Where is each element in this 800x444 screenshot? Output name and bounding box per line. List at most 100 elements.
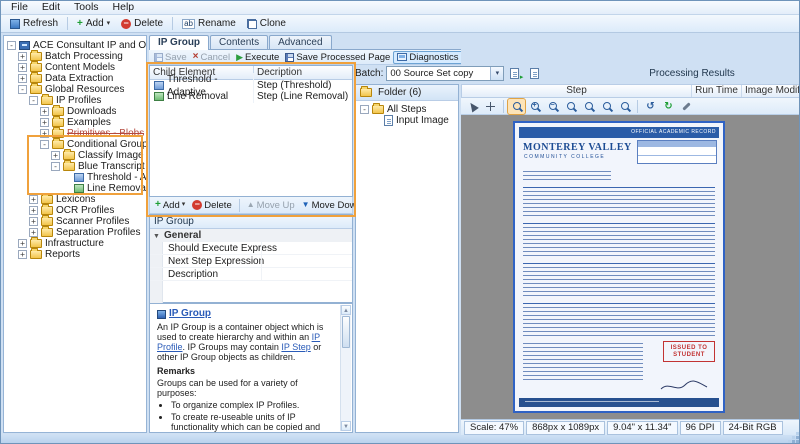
grid-row-line-removal[interactable]: Line Removal Step (Line Removal) xyxy=(150,91,352,102)
expander-icon[interactable]: + xyxy=(18,239,27,248)
folder-header[interactable]: Folder (6) xyxy=(356,85,458,101)
document-image[interactable]: OFFICIAL ACADEMIC RECORD MONTEREY VALLEY… xyxy=(513,121,725,413)
zoom-out-button[interactable]: − xyxy=(544,99,561,114)
tree-item-line-removal[interactable]: Line Removal xyxy=(4,183,146,194)
tree-item-blue-transcript-ip[interactable]: -Blue Transcript IP xyxy=(4,161,146,172)
expander-icon[interactable]: - xyxy=(40,140,49,149)
save-processed-page-button[interactable]: Save Processed Page xyxy=(282,51,393,64)
expander-icon[interactable]: + xyxy=(18,63,27,72)
add-button[interactable]: + Add ▾ xyxy=(72,17,115,30)
tree-item-separation-profiles[interactable]: +Separation Profiles xyxy=(4,227,146,238)
column-header-image-modified[interactable]: Image Modified xyxy=(742,85,800,97)
expander-icon[interactable]: - xyxy=(18,85,27,94)
zoom-fit-page-button[interactable] xyxy=(616,99,633,114)
scroll-down-icon[interactable]: ▼ xyxy=(341,421,351,431)
grid-delete-label: Delete xyxy=(204,200,231,211)
menu-file[interactable]: File xyxy=(4,1,35,14)
expander-icon[interactable]: + xyxy=(40,118,49,127)
viewer-settings-button[interactable] xyxy=(678,99,695,114)
tree-item-data-extraction[interactable]: +Data Extraction xyxy=(4,73,146,84)
tree-item-input-image[interactable]: Input Image xyxy=(356,115,458,126)
tree-item-examples[interactable]: +Examples xyxy=(4,117,146,128)
property-next-step-expression[interactable]: Next Step Expression xyxy=(150,255,352,268)
property-category-general[interactable]: ▼ General xyxy=(150,229,352,242)
property-description[interactable]: Description xyxy=(150,268,352,281)
save-button[interactable]: Save xyxy=(151,51,190,64)
tree-item-primitives-blobs[interactable]: +Primitives - Blobs xyxy=(4,128,146,139)
execute-button[interactable]: ▶ Execute xyxy=(233,51,282,64)
help-topic-icon xyxy=(157,310,166,319)
tree-item-ip-profiles[interactable]: -IP Profiles xyxy=(4,95,146,106)
refresh-button[interactable]: Refresh xyxy=(5,17,63,30)
zoom-window-button[interactable] xyxy=(508,99,525,114)
tree-item-infrastructure[interactable]: +Infrastructure xyxy=(4,238,146,249)
zoom-actual-size-button[interactable] xyxy=(580,99,597,114)
expander-icon[interactable]: + xyxy=(18,74,27,83)
column-header-step[interactable]: Step xyxy=(462,85,692,97)
grid-delete-button[interactable]: − Delete xyxy=(189,199,234,212)
expander-icon[interactable]: - xyxy=(360,105,369,114)
view-page-button[interactable] xyxy=(527,66,544,81)
expander-icon[interactable]: + xyxy=(40,107,49,116)
resize-grip[interactable] xyxy=(787,431,799,443)
column-header-run-time[interactable]: Run Time xyxy=(692,85,742,97)
tree-item-ocr-profiles[interactable]: +OCR Profiles xyxy=(4,205,146,216)
tree-item-all-steps[interactable]: - All Steps xyxy=(356,104,458,115)
expander-icon[interactable]: + xyxy=(29,228,38,237)
tab-contents[interactable]: Contents xyxy=(210,35,268,49)
help-title-link[interactable]: IP Group xyxy=(169,309,211,319)
expander-icon[interactable]: + xyxy=(51,151,60,160)
tree-item-threshold-adaptive[interactable]: Threshold - Adaptive xyxy=(4,172,146,183)
rename-button[interactable]: ab Rename xyxy=(177,17,241,30)
cancel-button[interactable]: × Cancel xyxy=(190,51,233,64)
expander-icon[interactable]: + xyxy=(29,206,38,215)
help-scrollbar[interactable]: ▲ ▼ xyxy=(340,305,351,431)
grid-add-button[interactable]: + Add ▾ xyxy=(152,199,188,212)
load-batch-button[interactable] xyxy=(507,66,524,81)
scroll-up-icon[interactable]: ▲ xyxy=(341,305,351,315)
expander-icon[interactable]: + xyxy=(29,217,38,226)
move-down-icon: ▼ xyxy=(302,200,310,210)
tree-item-global-resources[interactable]: -Global Resources xyxy=(4,84,146,95)
zoom-in-button[interactable]: + xyxy=(526,99,543,114)
zoom-fit-width-button[interactable] xyxy=(598,99,615,114)
rotate-button[interactable]: ↺ xyxy=(642,99,659,114)
expander-icon[interactable]: - xyxy=(7,41,16,50)
tree-item-conditional-groups[interactable]: -Conditional Groups xyxy=(4,139,146,150)
tree-item-lexicons[interactable]: +Lexicons xyxy=(4,194,146,205)
pan-tool-button[interactable] xyxy=(482,99,499,114)
tab-advanced[interactable]: Advanced xyxy=(269,35,331,49)
tree-item-classify-image[interactable]: +Classify Image xyxy=(4,150,146,161)
refresh-image-button[interactable]: ↻ xyxy=(660,99,677,114)
link-ip-step[interactable]: IP Step xyxy=(281,342,310,352)
tree-item-downloads[interactable]: +Downloads xyxy=(4,106,146,117)
clone-button[interactable]: Clone xyxy=(242,17,291,30)
help-intro: Groups can be used for a variety of purp… xyxy=(157,378,336,398)
expander-icon[interactable]: + xyxy=(40,129,49,138)
menu-tools[interactable]: Tools xyxy=(67,1,106,14)
tree-item-content-models[interactable]: +Content Models xyxy=(4,62,146,73)
batch-select[interactable]: 00 Source Set copy ▾ xyxy=(386,66,504,81)
column-header-description[interactable]: Decription xyxy=(254,66,352,79)
chevron-down-icon[interactable]: ▾ xyxy=(490,67,503,80)
expander-icon[interactable]: + xyxy=(18,250,27,259)
tab-ip-group[interactable]: IP Group xyxy=(149,35,209,50)
move-up-button[interactable]: ▲ Move Up xyxy=(244,199,298,212)
scrollbar-thumb[interactable] xyxy=(342,316,350,348)
expander-icon[interactable]: - xyxy=(51,162,60,171)
diagnostics-mode-toggle[interactable]: Diagnostics Mode On xyxy=(393,51,461,64)
tree-item-root[interactable]: -ACE Consultant IP and OCR xyxy=(4,40,146,51)
menu-help[interactable]: Help xyxy=(106,1,142,14)
tree-item-batch-processing[interactable]: +Batch Processing xyxy=(4,51,146,62)
menu-edit[interactable]: Edit xyxy=(35,1,67,14)
zoom-dynamic-button[interactable] xyxy=(562,99,579,114)
image-viewer-canvas[interactable]: OFFICIAL ACADEMIC RECORD MONTEREY VALLEY… xyxy=(461,115,800,419)
select-tool-button[interactable] xyxy=(464,99,481,114)
expander-icon[interactable]: - xyxy=(29,96,38,105)
property-should-execute-express[interactable]: Should Execute Express xyxy=(150,242,352,255)
tree-item-scanner-profiles[interactable]: +Scanner Profiles xyxy=(4,216,146,227)
tree-item-reports[interactable]: +Reports xyxy=(4,249,146,260)
expander-icon[interactable]: + xyxy=(18,52,27,61)
expander-icon[interactable]: + xyxy=(29,195,38,204)
delete-button[interactable]: − Delete xyxy=(116,17,168,30)
